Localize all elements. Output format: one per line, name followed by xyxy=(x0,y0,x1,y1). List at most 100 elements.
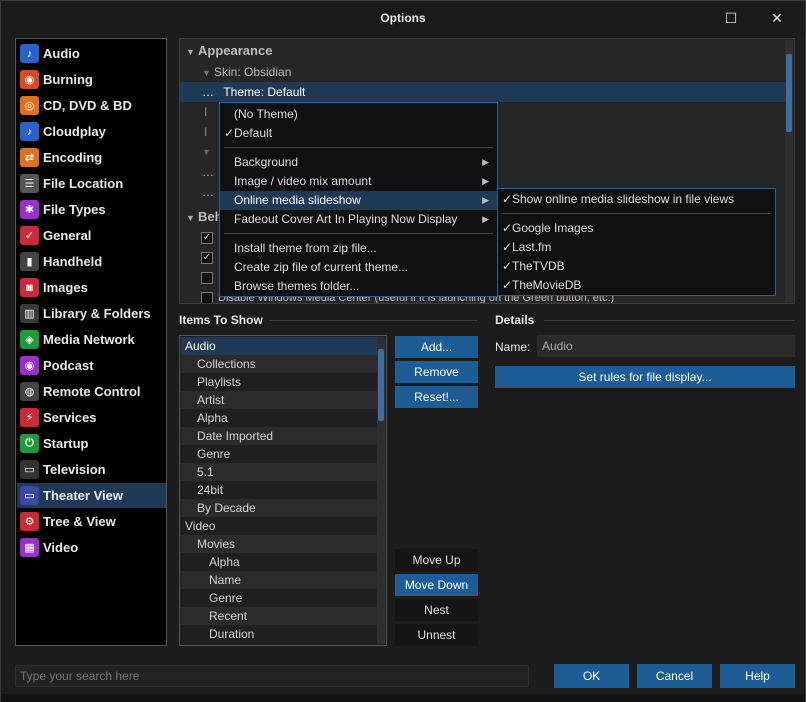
list-item[interactable]: Artist xyxy=(181,391,377,409)
menu-item[interactable]: ✓ Default xyxy=(220,124,497,143)
submenu-arrow-icon: ▶ xyxy=(482,214,489,224)
add-button[interactable]: Add... xyxy=(395,336,478,358)
menu-item[interactable]: Online media slideshow ▶ xyxy=(220,191,497,210)
menu-item-label: Browse themes folder... xyxy=(234,279,360,293)
cancel-button[interactable]: Cancel xyxy=(637,664,712,688)
settings-scrollbar[interactable] xyxy=(785,40,793,302)
list-item[interactable]: By Decade xyxy=(181,499,377,517)
sidebar-item-video[interactable]: ▦ Video xyxy=(17,535,166,560)
remove-button[interactable]: Remove xyxy=(395,361,478,383)
list-item[interactable]: 5.1 xyxy=(181,463,377,481)
sidebar-item-label: Library & Folders xyxy=(43,306,151,321)
setting-checkbox[interactable] xyxy=(201,272,213,284)
list-item[interactable]: Name xyxy=(181,571,377,589)
setting-checkbox[interactable]: ✓ xyxy=(201,232,213,244)
list-item[interactable]: Collections xyxy=(181,355,377,373)
submenu-item[interactable]: ✓ Show online media slideshow in file vie… xyxy=(498,190,775,209)
ellipsis-marker: … xyxy=(202,165,214,179)
list-item[interactable]: Recent xyxy=(181,607,377,625)
tv-icon: ▭ xyxy=(20,460,39,479)
reset-button[interactable]: Reset!... xyxy=(395,386,478,408)
menu-item[interactable]: (No Theme) xyxy=(220,105,497,124)
submenu-arrow-icon: ▶ xyxy=(482,157,489,167)
theme-setting-row[interactable]: … Theme: Default xyxy=(180,82,786,102)
text-cursor-marker: I xyxy=(204,105,208,119)
setting-checkbox[interactable]: ✓ xyxy=(201,252,213,264)
submenu-item[interactable]: ✓ Google Images xyxy=(498,219,775,238)
move-down-button[interactable]: Move Down xyxy=(395,574,478,596)
ellipsis-marker: … xyxy=(202,185,214,199)
collapse-triangle-icon[interactable]: ▼ xyxy=(186,208,198,228)
sidebar-item-file-location[interactable]: ☰ File Location xyxy=(17,171,166,196)
menu-item[interactable]: Background ▶ xyxy=(220,153,497,172)
search-input[interactable]: Type your search here xyxy=(15,665,529,687)
menu-item[interactable]: Browse themes folder... xyxy=(220,277,497,296)
sidebar-item-burning[interactable]: ◉ Burning xyxy=(17,67,166,92)
list-item[interactable]: Alpha xyxy=(181,409,377,427)
list-item[interactable]: Genre xyxy=(181,589,377,607)
behavior-section-header[interactable]: ▼ Beh xyxy=(186,207,223,227)
checkmark-icon: ✓ xyxy=(502,221,513,235)
submenu-item[interactable]: ✓ TheTVDB xyxy=(498,257,775,276)
unnest-button[interactable]: Unnest xyxy=(395,624,478,646)
sidebar-item-encoding[interactable]: ⇄ Encoding xyxy=(17,145,166,170)
sidebar-item-library-folders[interactable]: ▥ Library & Folders xyxy=(17,301,166,326)
cloud-music-icon: ♪ xyxy=(20,122,39,141)
list-item[interactable]: Duration xyxy=(181,625,377,643)
menu-item[interactable]: Create zip file of current theme... xyxy=(220,258,497,277)
sidebar-item-television[interactable]: ▭ Television xyxy=(17,457,166,482)
submenu-item[interactable]: ✓ Last.fm xyxy=(498,238,775,257)
list-item[interactable]: Date Imported xyxy=(181,427,377,445)
sidebar-item-startup[interactable]: ⏻ Startup xyxy=(17,431,166,456)
expand-triangle-icon[interactable]: ▼ xyxy=(202,142,211,162)
expand-triangle-icon[interactable]: ▼ xyxy=(202,63,214,83)
close-button[interactable]: ✕ xyxy=(755,5,799,31)
list-item[interactable]: Genre xyxy=(181,445,377,463)
sidebar-item-remote-control[interactable]: ◍ Remote Control xyxy=(17,379,166,404)
ok-button[interactable]: OK xyxy=(554,664,629,688)
list-item[interactable]: 24bit xyxy=(181,481,377,499)
menu-item-label: Create zip file of current theme... xyxy=(234,260,409,274)
appearance-section-header[interactable]: ▼ Appearance xyxy=(186,41,272,61)
menu-item[interactable]: Install theme from zip file... xyxy=(220,239,497,258)
sidebar-item-cd-dvd-bd[interactable]: ◎ CD, DVD & BD xyxy=(17,93,166,118)
name-field[interactable]: Audio xyxy=(537,335,795,357)
list-item[interactable]: Movies xyxy=(181,535,377,553)
sidebar-item-audio[interactable]: ♪ Audio xyxy=(17,41,166,66)
menu-item[interactable]: Fadeout Cover Art In Playing Now Display… xyxy=(220,210,497,229)
menu-item[interactable]: Image / video mix amount ▶ xyxy=(220,172,497,191)
list-item[interactable]: Video xyxy=(181,517,377,535)
sidebar-item-images[interactable]: ◙ Images xyxy=(17,275,166,300)
scrollbar-thumb[interactable] xyxy=(786,54,792,132)
collapse-triangle-icon[interactable]: ▼ xyxy=(186,42,198,62)
sidebar-item-theater-view[interactable]: ▭ Theater View xyxy=(17,483,166,508)
setting-checkbox[interactable] xyxy=(201,292,213,303)
scrollbar-thumb[interactable] xyxy=(378,349,384,421)
skin-setting-row[interactable]: ▼ Skin: Obsidian xyxy=(202,62,291,82)
sidebar-item-tree-view[interactable]: ⚙ Tree & View xyxy=(17,509,166,534)
sidebar-item-podcast[interactable]: ◉ Podcast xyxy=(17,353,166,378)
title-bar[interactable]: Options ☐ ✕ xyxy=(1,1,805,35)
help-button[interactable]: Help xyxy=(720,664,795,688)
sidebar-item-label: File Types xyxy=(43,202,106,217)
sidebar-item-cloudplay[interactable]: ♪ Cloudplay xyxy=(17,119,166,144)
section-divider xyxy=(269,320,477,321)
menu-separator xyxy=(502,213,771,214)
list-item[interactable]: Playlists xyxy=(181,373,377,391)
maximize-button[interactable]: ☐ xyxy=(709,5,753,31)
menu-separator xyxy=(224,147,493,148)
details-header: Details xyxy=(495,313,535,327)
sidebar-item-general[interactable]: ✓ General xyxy=(17,223,166,248)
menu-item-label: Google Images xyxy=(512,221,594,235)
sidebar-item-handheld[interactable]: ▮ Handheld xyxy=(17,249,166,274)
sidebar-item-file-types[interactable]: ✱ File Types xyxy=(17,197,166,222)
sidebar-item-media-network[interactable]: ◈ Media Network xyxy=(17,327,166,352)
list-scrollbar[interactable] xyxy=(377,337,385,644)
move-up-button[interactable]: Move Up xyxy=(395,549,478,571)
set-rules-button[interactable]: Set rules for file display... xyxy=(495,366,795,388)
nest-button[interactable]: Nest xyxy=(395,599,478,621)
sidebar-item-services[interactable]: ⚡ Services xyxy=(17,405,166,430)
list-item[interactable]: Audio xyxy=(181,337,377,355)
list-item[interactable]: Alpha xyxy=(181,553,377,571)
submenu-item[interactable]: ✓ TheMovieDB xyxy=(498,276,775,295)
